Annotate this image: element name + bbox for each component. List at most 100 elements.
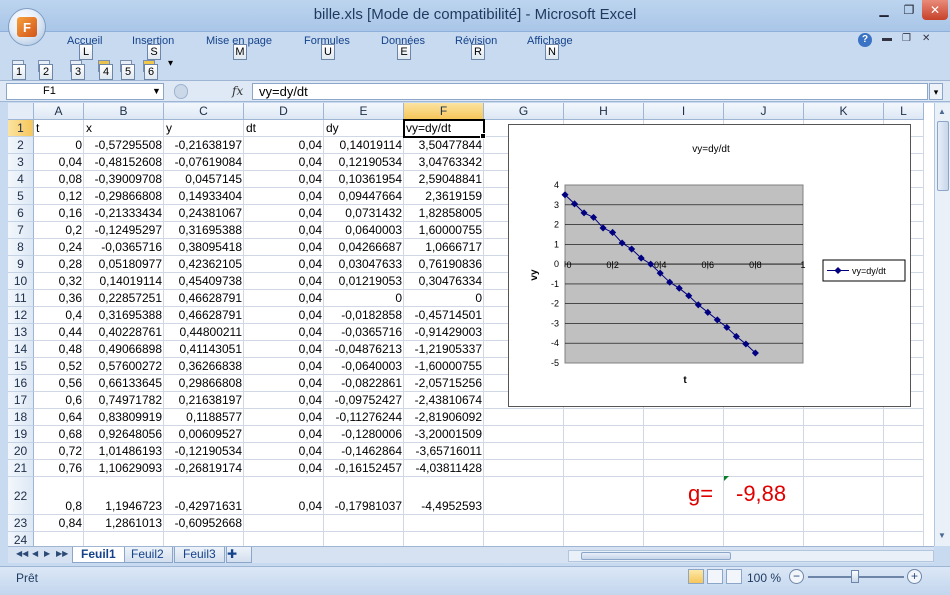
expand-formula-bar-icon[interactable]: ▾ [929,83,943,100]
row-header-4[interactable]: 4 [8,171,34,188]
cell-b23[interactable]: 1,2861013 [84,515,164,531]
cell-f12[interactable]: -0,45714501 [404,307,484,323]
page-break-view-icon[interactable] [726,569,742,584]
insert-function-icon[interactable]: fx [232,84,243,98]
column-header-d[interactable]: D [244,103,324,120]
cell-b1[interactable]: x [84,120,164,136]
row-header-1[interactable]: 1 [8,120,34,137]
cell-b15[interactable]: 0,57600272 [84,358,164,374]
cell-d3[interactable]: 0,04 [244,154,324,170]
cell-a12[interactable]: 0,4 [34,307,84,323]
cell-e15[interactable]: -0,0640003 [324,358,404,374]
cell-c11[interactable]: 0,46628791 [164,290,244,306]
cell-a23[interactable]: 0,84 [34,515,84,531]
cell-c22[interactable]: -0,42971631 [164,498,244,514]
cell-f11[interactable]: 0 [404,290,484,306]
horizontal-scrollbar[interactable] [568,550,934,562]
select-all-corner[interactable] [8,103,34,120]
cell-a10[interactable]: 0,32 [34,273,84,289]
cell-a20[interactable]: 0,72 [34,443,84,459]
cell-b8[interactable]: -0,0365716 [84,239,164,255]
last-sheet-icon[interactable]: ▶▶ [56,549,68,558]
cell-a24[interactable] [34,532,84,546]
cell-e22[interactable]: -0,17981037 [324,498,404,514]
column-header-f[interactable]: F [404,103,484,120]
row-header-20[interactable]: 20 [8,443,34,460]
cell-c9[interactable]: 0,42362105 [164,256,244,272]
cell-f19[interactable]: -3,20001509 [404,426,484,442]
cell-a6[interactable]: 0,16 [34,205,84,221]
cell-e2[interactable]: 0,14019114 [324,137,404,153]
horizontal-scroll-thumb[interactable] [581,552,731,560]
next-sheet-icon[interactable]: ▶ [44,549,50,558]
cell-b18[interactable]: 0,83809919 [84,409,164,425]
row-header-22[interactable]: 22 [8,477,34,515]
first-sheet-icon[interactable]: ◀◀ [16,549,28,558]
cell-d6[interactable]: 0,04 [244,205,324,221]
close-icon[interactable]: ✕ [922,0,948,20]
cell-d20[interactable]: 0,04 [244,443,324,459]
cell-b9[interactable]: 0,05180977 [84,256,164,272]
cell-c13[interactable]: 0,44800211 [164,324,244,340]
customize-qat-icon[interactable]: ▾ [168,58,173,69]
cell-b24[interactable] [84,532,164,546]
restore-icon[interactable]: ❐ [897,0,921,20]
cell-f20[interactable]: -3,65716011 [404,443,484,459]
zoom-out-button[interactable]: − [789,569,804,584]
vertical-scroll-thumb[interactable] [937,121,949,191]
cell-c16[interactable]: 0,29866808 [164,375,244,391]
row-header-17[interactable]: 17 [8,392,34,409]
cell-f5[interactable]: 2,3619159 [404,188,484,204]
prev-sheet-icon[interactable]: ◀ [32,549,38,558]
cell-d5[interactable]: 0,04 [244,188,324,204]
cell-a11[interactable]: 0,36 [34,290,84,306]
cell-b17[interactable]: 0,74971782 [84,392,164,408]
cell-b2[interactable]: -0,57295508 [84,137,164,153]
row-header-5[interactable]: 5 [8,188,34,205]
cell-a18[interactable]: 0,64 [34,409,84,425]
cell-b13[interactable]: 0,40228761 [84,324,164,340]
cell-c18[interactable]: 0,1188577 [164,409,244,425]
cell-f6[interactable]: 1,82858005 [404,205,484,221]
cell-e9[interactable]: 0,03047633 [324,256,404,272]
cell-a1[interactable]: t [34,120,84,136]
zoom-level[interactable]: 100 % [747,571,781,585]
cell-a19[interactable]: 0,68 [34,426,84,442]
cell-d18[interactable]: 0,04 [244,409,324,425]
column-header-g[interactable]: G [484,103,564,120]
cell-c4[interactable]: 0,0457145 [164,171,244,187]
worksheet-grid[interactable]: ABCDEFGHIJKL 1 2 3 4 5 6 7 8 9 10 11 12 13 14 15 16 17 18… [8,103,934,546]
cell-f15[interactable]: -1,60000755 [404,358,484,374]
cell-e7[interactable]: 0,0640003 [324,222,404,238]
insert-sheet-icon[interactable]: ✚ [226,547,252,563]
cell-d11[interactable]: 0,04 [244,290,324,306]
cell-d1[interactable]: dt [244,120,324,136]
cell-a7[interactable]: 0,2 [34,222,84,238]
ribbon-restore-icon[interactable]: ❐ [902,33,911,44]
cell-b16[interactable]: 0,66133645 [84,375,164,391]
cell-c7[interactable]: 0,31695388 [164,222,244,238]
row-header-7[interactable]: 7 [8,222,34,239]
cell-e10[interactable]: 0,01219053 [324,273,404,289]
sheet-tab-feuil1[interactable]: Feuil1 [72,547,125,563]
cell-f22[interactable]: -4,4952593 [404,498,484,514]
row-header-16[interactable]: 16 [8,375,34,392]
cell-e16[interactable]: -0,0822861 [324,375,404,391]
sheet-tab-feuil3[interactable]: Feuil3 [174,547,225,563]
cell-f16[interactable]: -2,05715256 [404,375,484,391]
normal-view-icon[interactable] [688,569,704,584]
formula-bar-grip[interactable] [174,84,188,99]
cell-d10[interactable]: 0,04 [244,273,324,289]
cell-e23[interactable] [324,515,404,531]
page-layout-view-icon[interactable] [707,569,723,584]
cell-b7[interactable]: -0,12495297 [84,222,164,238]
cell-d21[interactable]: 0,04 [244,460,324,476]
cell-c20[interactable]: -0,12190534 [164,443,244,459]
cell-f4[interactable]: 2,59048841 [404,171,484,187]
cell-c14[interactable]: 0,41143051 [164,341,244,357]
cell-e13[interactable]: -0,0365716 [324,324,404,340]
cell-b5[interactable]: -0,29866808 [84,188,164,204]
row-header-2[interactable]: 2 [8,137,34,154]
cell-a21[interactable]: 0,76 [34,460,84,476]
cell-a13[interactable]: 0,44 [34,324,84,340]
